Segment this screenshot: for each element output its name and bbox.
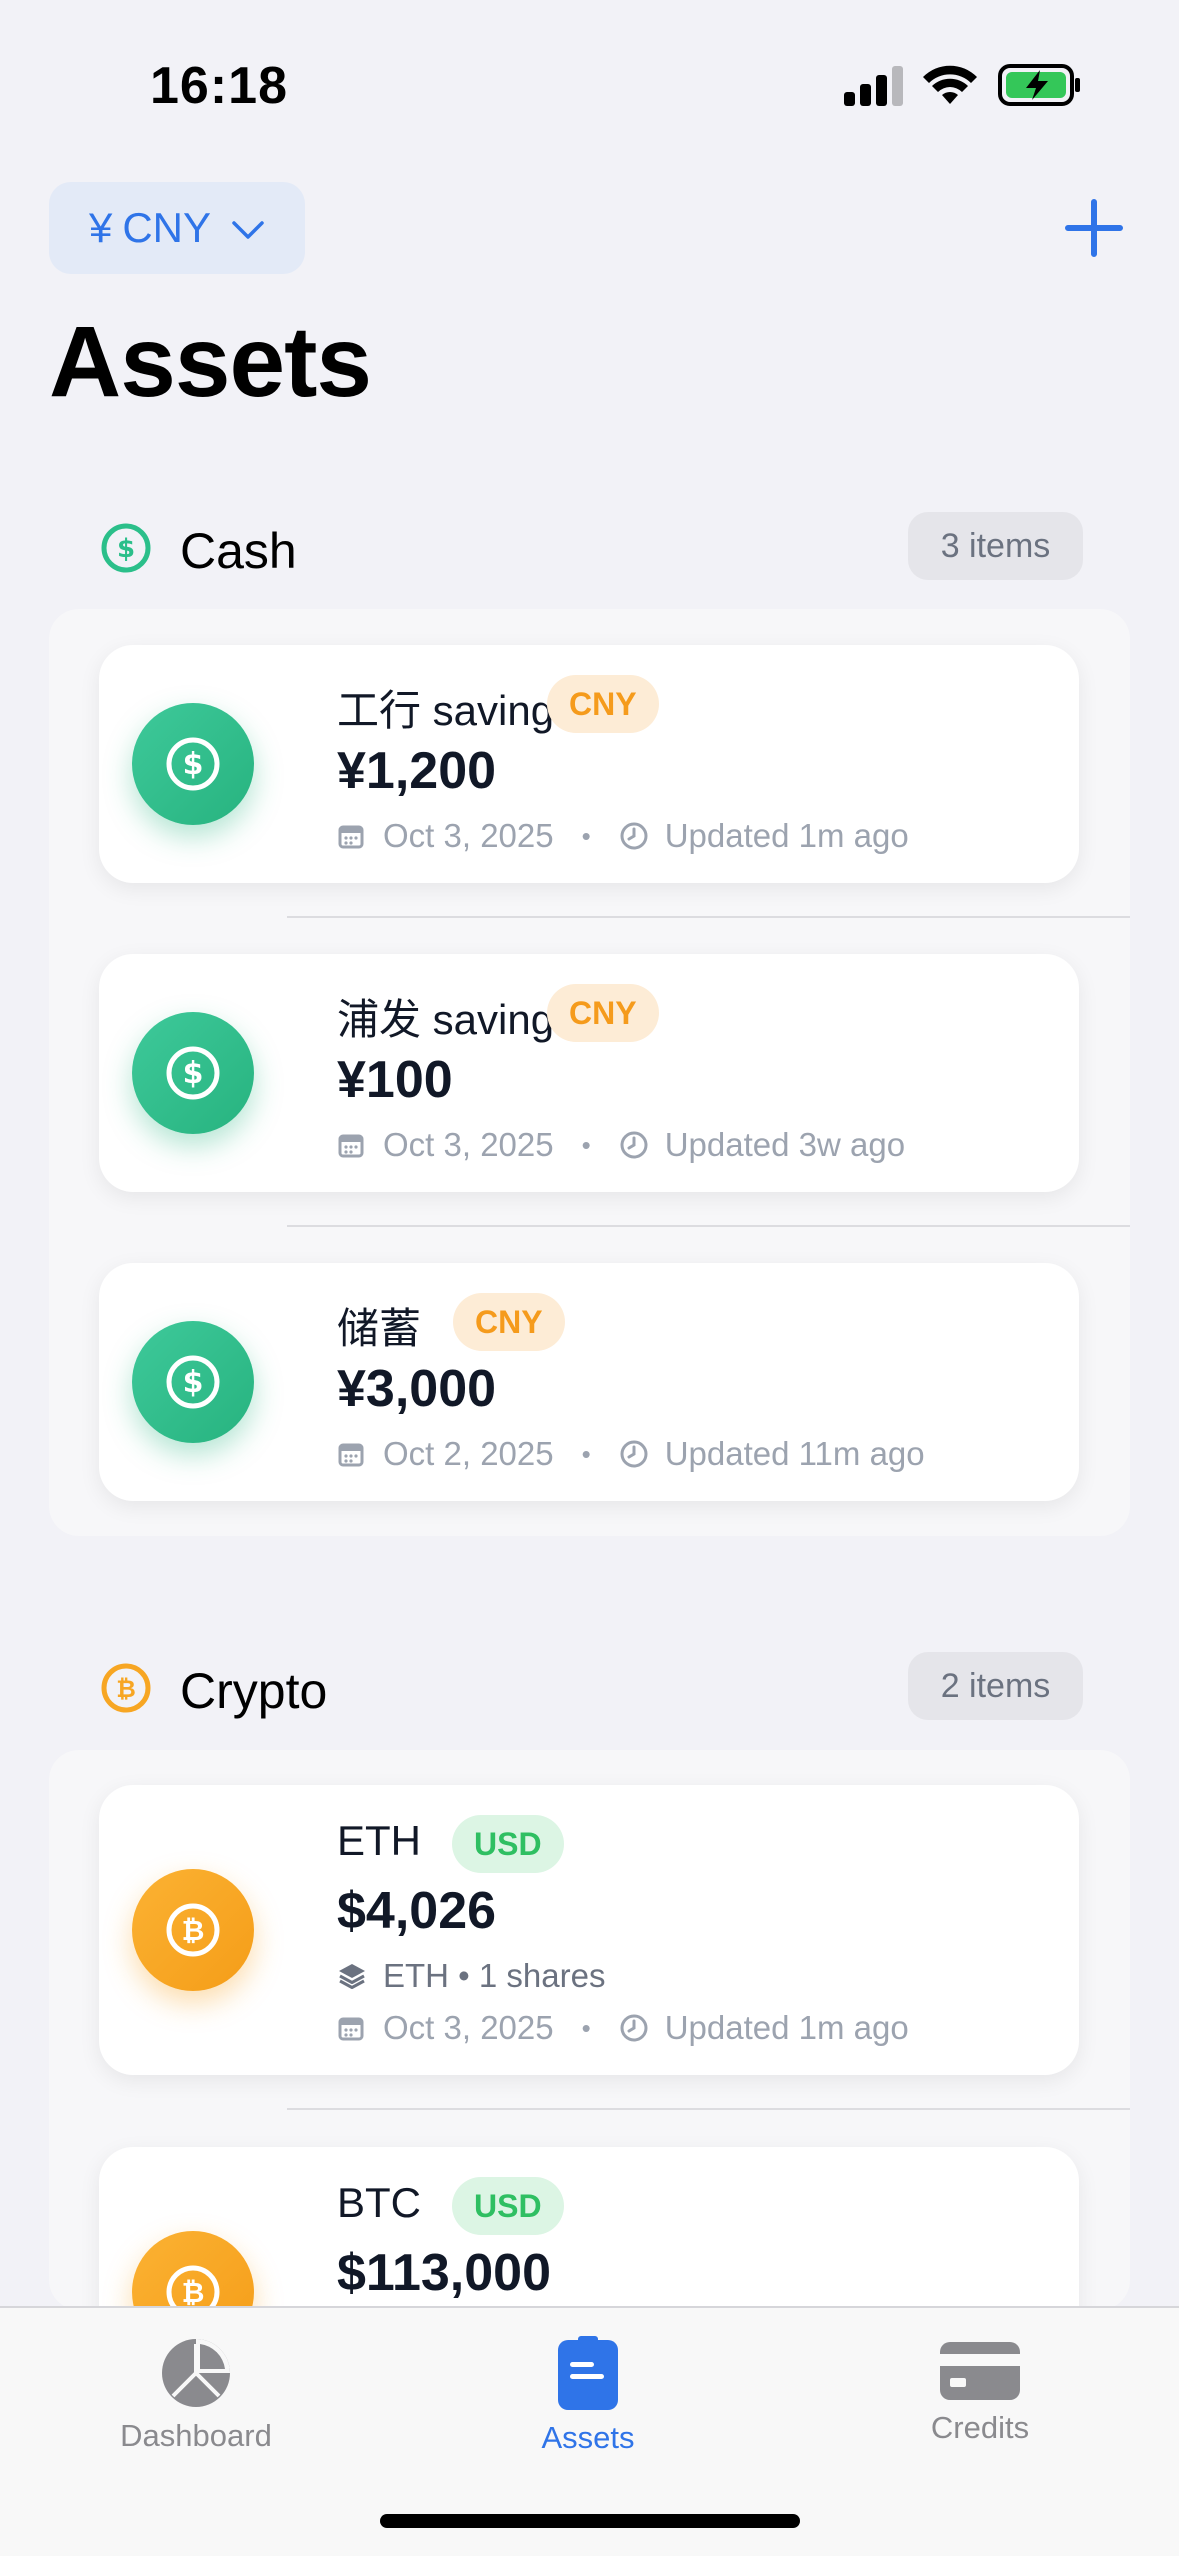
meta-row: Oct 3, 2025 • Updated 3w ago — [337, 1126, 905, 1164]
currency-selector[interactable]: ¥ CNY — [49, 182, 305, 274]
svg-text:$: $ — [183, 747, 204, 782]
tab-dashboard[interactable]: Dashboard — [66, 2328, 326, 2478]
asset-amount: ¥100 — [337, 1051, 453, 1109]
svg-text:₿: ₿ — [182, 1914, 205, 1947]
section-title: Crypto — [180, 1663, 328, 1719]
svg-text:$: $ — [183, 1056, 204, 1091]
asset-card[interactable]: ₿ BTC USD $113,000 — [99, 2147, 1079, 2310]
svg-text:₿: ₿ — [116, 1675, 136, 1703]
asset-updated: Updated 1m ago — [664, 817, 909, 854]
clock-icon — [619, 1130, 653, 1160]
chevron-down-icon — [232, 221, 264, 239]
asset-amount: $4,026 — [337, 1882, 497, 1940]
asset-name: 浦发 saving — [337, 996, 555, 1043]
crypto-section-card: ₿ ETH USD $4,026 ETH • 1 shares Oct 3, 2… — [49, 1750, 1130, 2310]
tab-label: Credits — [930, 2410, 1030, 2445]
asset-date: Oct 2, 2025 — [383, 1435, 554, 1472]
asset-name: 储蓄 — [337, 1305, 422, 1352]
meta-row: Oct 3, 2025 • Updated 1m ago — [337, 2009, 909, 2047]
calendar-icon — [337, 1440, 371, 1468]
dollar-icon: $ — [132, 703, 254, 825]
add-asset-button[interactable] — [1064, 198, 1124, 258]
asset-amount: ¥1,200 — [337, 742, 497, 800]
bitcoin-icon: ₿ — [132, 2231, 254, 2310]
currency-symbol: ¥ — [88, 204, 113, 251]
currency-tag: USD — [452, 2177, 564, 2235]
item-count-badge: 3 items — [908, 512, 1083, 580]
wallet-icon — [558, 2336, 618, 2410]
asset-amount: $113,000 — [337, 2244, 552, 2302]
layers-icon — [337, 1961, 371, 1991]
asset-card[interactable]: $ 浦发 saving CNY ¥100 Oct 3, 2025 • Updat… — [99, 954, 1079, 1192]
asset-updated: Updated 1m ago — [664, 2009, 909, 2046]
clock-icon — [619, 821, 653, 851]
tab-label: Assets — [541, 2420, 635, 2455]
dollar-circle-icon: $ — [101, 523, 151, 573]
clock-icon — [619, 1439, 653, 1469]
meta-row: Oct 2, 2025 • Updated 11m ago — [337, 1435, 925, 1473]
meta-row: Oct 3, 2025 • Updated 1m ago — [337, 817, 909, 855]
section-header-crypto: ₿ Crypto 2 items — [0, 1652, 1179, 1722]
calendar-icon — [337, 822, 371, 850]
tab-credits[interactable]: Credits — [850, 2328, 1110, 2478]
currency-tag: CNY — [547, 984, 659, 1042]
asset-date: Oct 3, 2025 — [383, 817, 554, 854]
battery-charging-icon — [998, 64, 1080, 106]
bitcoin-icon: ₿ — [132, 1869, 254, 1991]
tab-assets[interactable]: Assets — [458, 2328, 718, 2478]
calendar-icon — [337, 2014, 371, 2042]
asset-shares: ETH • 1 shares — [383, 1957, 606, 1994]
divider — [287, 1225, 1130, 1227]
currency-tag: USD — [452, 1815, 564, 1873]
asset-card[interactable]: $ 储蓄 CNY ¥3,000 Oct 2, 2025 • Updated 11… — [99, 1263, 1079, 1501]
divider — [287, 916, 1130, 918]
section-header-cash: $ Cash 3 items — [0, 512, 1179, 582]
bitcoin-circle-icon: ₿ — [101, 1663, 151, 1713]
tab-label: Dashboard — [120, 2418, 272, 2453]
asset-card[interactable]: ₿ ETH USD $4,026 ETH • 1 shares Oct 3, 2… — [99, 1785, 1079, 2075]
currency-tag: CNY — [547, 675, 659, 733]
asset-name: 工行 saving — [337, 687, 555, 734]
asset-date: Oct 3, 2025 — [383, 2009, 554, 2046]
asset-name: ETH — [337, 1817, 421, 1864]
currency-tag: CNY — [453, 1293, 565, 1351]
item-count-badge: 2 items — [908, 1652, 1083, 1720]
asset-name: BTC — [337, 2179, 421, 2226]
svg-text:$: $ — [183, 1365, 204, 1400]
status-time: 16:18 — [150, 57, 288, 115]
clock-icon — [619, 2013, 653, 2043]
dollar-icon: $ — [132, 1012, 254, 1134]
asset-date: Oct 3, 2025 — [383, 1126, 554, 1163]
cash-section-card: $ 工行 saving CNY ¥1,200 Oct 3, 2025 • Upd… — [49, 609, 1130, 1536]
divider — [287, 2108, 1130, 2110]
section-title: Cash — [180, 523, 297, 579]
svg-text:$: $ — [117, 534, 135, 564]
status-bar: 16:18 — [0, 0, 1179, 140]
shares-row: ETH • 1 shares — [337, 1957, 605, 1995]
asset-updated: Updated 3w ago — [664, 1126, 906, 1163]
credit-card-icon — [940, 2342, 1020, 2400]
svg-text:₿: ₿ — [182, 2276, 205, 2309]
home-indicator — [380, 2514, 800, 2528]
calendar-icon — [337, 1131, 371, 1159]
pie-chart-icon — [162, 2339, 230, 2407]
wifi-icon — [923, 65, 977, 104]
page-title: Assets — [49, 306, 372, 418]
asset-card[interactable]: $ 工行 saving CNY ¥1,200 Oct 3, 2025 • Upd… — [99, 645, 1079, 883]
currency-code: CNY — [122, 204, 212, 251]
cellular-signal-icon — [844, 66, 903, 106]
dollar-icon: $ — [132, 1321, 254, 1443]
asset-updated: Updated 11m ago — [664, 1435, 925, 1472]
asset-amount: ¥3,000 — [337, 1360, 497, 1418]
